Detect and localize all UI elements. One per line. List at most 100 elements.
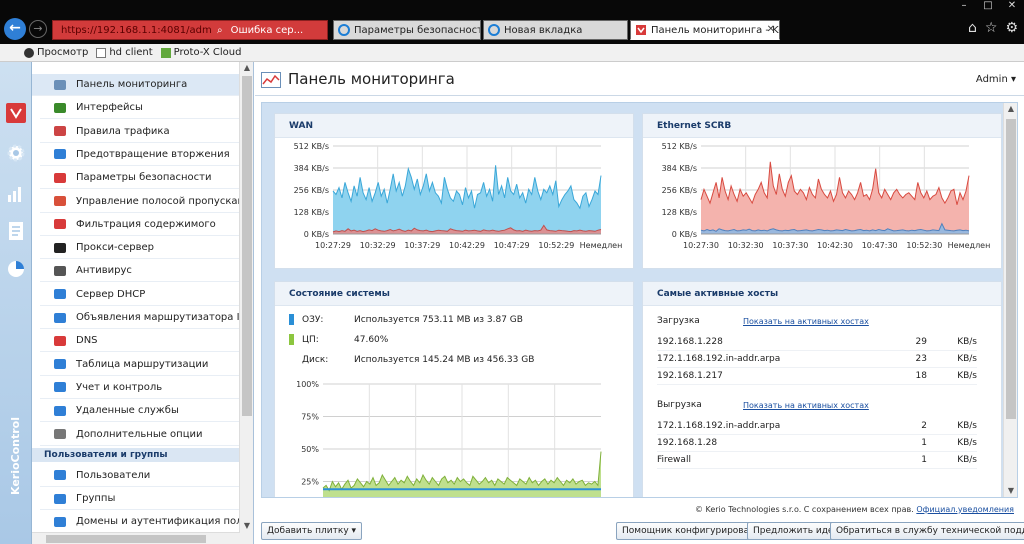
tab-security-settings[interactable]: Параметры безопасности п... <box>333 20 481 40</box>
host-name: 192.168.1.28 <box>657 438 718 448</box>
favorite-label: hd client <box>109 47 153 58</box>
close-window-button[interactable]: ✕ <box>1000 0 1024 14</box>
sidebar-item[interactable]: Объявления маршрутизатора IPv6 <box>40 307 253 329</box>
tile-title: Самые активные хосты <box>643 282 1001 306</box>
settings-gear-icon[interactable]: ⚙ <box>1005 20 1018 36</box>
network-card-icon <box>52 101 68 115</box>
sidebar-item[interactable]: Интерфейсы <box>40 97 240 120</box>
sidebar-item[interactable]: Панель мониторинга <box>32 74 240 96</box>
sidebar-item-label: Панель мониторинга <box>76 79 188 90</box>
user-menu[interactable]: Admin ▾ <box>976 74 1016 85</box>
sidebar-item[interactable]: Домены и аутентификация пользователе <box>40 511 253 534</box>
copyright-text: © Kerio Technologies s.r.o. С сохранение… <box>694 505 914 514</box>
maximize-button[interactable]: □ <box>976 0 1000 14</box>
kerio-shield-icon[interactable] <box>5 102 27 124</box>
host-name: 172.1.168.192.in-addr.arpa <box>657 421 781 431</box>
host-row[interactable]: Firewall 1 KB/s <box>657 452 977 469</box>
tab-close-icon[interactable]: ✕ <box>767 24 775 35</box>
host-rate-unit: KB/s <box>957 455 977 465</box>
contact-support-button[interactable]: Обратиться в службу технической поддержк… <box>830 522 1024 540</box>
y-tick-label: 256 KB/s <box>294 186 329 195</box>
logs-icon[interactable] <box>5 220 27 242</box>
home-icon[interactable]: ⌂ <box>968 20 977 36</box>
scroll-down-icon[interactable]: ▼ <box>1004 485 1017 497</box>
host-rate-unit: KB/s <box>957 438 977 448</box>
sidebar-item[interactable]: Учет и контроль <box>40 377 240 399</box>
tile-wan: WAN 512 KB/s 384 KB/s 256 KB/s 128 KB/s 0 KB… <box>274 113 634 269</box>
sidebar-scroll-thumb[interactable] <box>242 76 252 416</box>
scroll-up-icon[interactable]: ▲ <box>240 62 253 74</box>
host-rate-unit: KB/s <box>957 421 977 431</box>
window-controls: – □ ✕ <box>952 0 1024 14</box>
browser-chrome: – □ ✕ ← → https://192.168.1.1:4081/admin… <box>0 0 1024 44</box>
status-pie-icon[interactable] <box>5 258 27 280</box>
monitor-icon <box>52 287 68 301</box>
sidebar-item[interactable]: Удаленные службы <box>40 400 240 423</box>
search-icon[interactable]: ⌕ <box>217 25 223 36</box>
address-bar[interactable]: https://192.168.1.1:4081/admin/#... ⌕ Ош… <box>52 20 328 40</box>
sidebar-item[interactable]: Дополнительные опции <box>40 424 240 446</box>
y-tick-label: 256 KB/s <box>662 186 697 195</box>
host-row[interactable]: 192.168.1.217 18 KB/s <box>657 368 977 385</box>
sidebar-item[interactable]: DNS <box>40 330 240 353</box>
favorite-item[interactable]: Просмотр <box>24 47 88 58</box>
host-rate-unit: KB/s <box>957 371 977 381</box>
sidebar-item-label: Параметры безопасности <box>76 172 212 184</box>
tab-dashboard[interactable]: Панель мониторинга - Ker... ✕ <box>630 20 780 40</box>
ram-legend-swatch <box>289 314 294 325</box>
scroll-up-icon[interactable]: ▲ <box>1004 103 1017 115</box>
favorite-item[interactable]: Proto-X Cloud <box>160 47 241 58</box>
tab-new[interactable]: Новая вкладка <box>483 20 628 40</box>
host-name: Firewall <box>657 455 691 465</box>
host-rate: 23 <box>915 354 927 364</box>
minimize-button[interactable]: – <box>952 0 976 14</box>
x-tick-label: Немедлен <box>580 241 623 250</box>
bottom-toolbar: Добавить плитку ▾ Помощник конфигурирова… <box>255 520 1024 544</box>
host-rate: 18 <box>915 371 927 381</box>
sidebar-item[interactable]: Антивирус <box>40 260 240 283</box>
dashboard-scrollbar[interactable]: ▲ ▼ <box>1003 103 1017 497</box>
statistics-icon[interactable] <box>5 182 27 204</box>
navigation-sidebar: Панель мониторинга Интерфейсы Правила траф… <box>32 62 254 544</box>
dashboard-scroll-thumb[interactable] <box>1006 119 1016 419</box>
legal-notices-link[interactable]: Официал.уведомления <box>916 505 1014 514</box>
favorites-star-icon[interactable]: ☆ <box>985 20 998 36</box>
sidebar-item-label: Управление полосой пропускания и QoS <box>76 195 254 207</box>
sidebar-item[interactable]: Предотвращение вторжения <box>40 144 240 166</box>
sidebar-horizontal-scrollbar[interactable] <box>32 532 240 544</box>
x-tick-label: 10:52:30 <box>906 241 942 250</box>
sidebar-item[interactable]: Таблица маршрутизации <box>40 354 240 376</box>
sidebar-item[interactable]: Сервер DHCP <box>40 284 240 306</box>
sidebar-item[interactable]: Параметры безопасности <box>40 167 240 190</box>
sidebar-item[interactable]: Правила трафика <box>40 121 240 143</box>
tile-top-hosts: Самые активные хосты Загрузка Показать н… <box>642 281 1002 497</box>
sidebar-item[interactable]: Пользователи <box>40 465 240 487</box>
sidebar-item[interactable]: Прокси-сервер <box>40 237 240 260</box>
sidebar-item[interactable]: Фильтрация содержимого <box>40 214 240 236</box>
host-row[interactable]: 192.168.1.28 1 KB/s <box>657 435 977 452</box>
forward-button[interactable]: → <box>29 20 47 38</box>
host-row[interactable]: 192.168.1.228 29 KB/s <box>657 334 977 351</box>
host-rate-unit: KB/s <box>957 354 977 364</box>
host-row[interactable]: 172.1.168.192.in-addr.arpa 23 KB/s <box>657 351 977 368</box>
cpu-value: 47.60% <box>354 334 389 345</box>
sidebar-scrollbar[interactable]: ▲ ▼ <box>239 62 253 544</box>
sidebar-hscroll-thumb[interactable] <box>46 535 206 543</box>
favorite-item[interactable]: hd client <box>96 47 153 58</box>
group-icon <box>52 492 68 506</box>
add-tile-button[interactable]: Добавить плитку ▾ <box>261 522 363 540</box>
back-button[interactable]: ← <box>4 18 26 40</box>
wan-traffic-chart: 512 KB/s 384 KB/s 256 KB/s 128 KB/s 0 KB/s 10… <box>294 142 623 250</box>
scroll-down-icon[interactable]: ▼ <box>240 520 253 532</box>
certificate-error[interactable]: Ошибка сер... <box>231 25 311 36</box>
show-active-hosts-link[interactable]: Показать на активных хостах <box>743 401 869 410</box>
sidebar-item[interactable]: Группы <box>40 488 240 511</box>
hand-stop-icon <box>52 171 68 185</box>
host-row[interactable]: 172.1.168.192.in-addr.arpa 2 KB/s <box>657 418 977 435</box>
address-url[interactable]: https://192.168.1.1:4081/admin/#... <box>61 25 211 36</box>
gear-icon[interactable] <box>5 142 27 164</box>
show-active-hosts-link[interactable]: Показать на активных хостах <box>743 317 869 326</box>
sidebar-item-label: Предотвращение вторжения <box>76 148 230 160</box>
x-tick-label: 10:32:30 <box>728 241 764 250</box>
sidebar-item[interactable]: Управление полосой пропускания и QoS <box>40 191 253 213</box>
